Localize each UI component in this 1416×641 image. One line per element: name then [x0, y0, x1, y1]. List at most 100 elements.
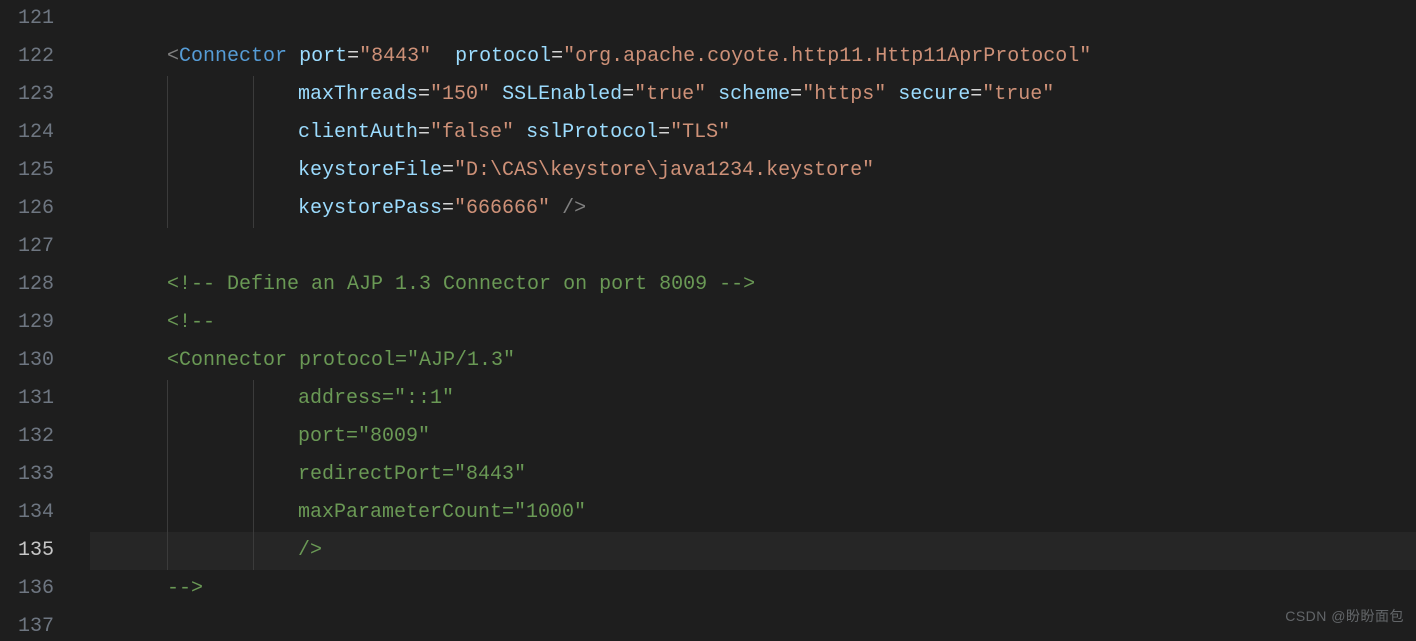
token-str: "150" — [430, 83, 490, 106]
line-number[interactable]: 132 — [0, 418, 68, 456]
indent-guide — [167, 152, 168, 190]
token-str: "true" — [634, 83, 706, 106]
token-eq — [287, 45, 299, 68]
token-eq — [490, 83, 502, 106]
token-eq: = — [442, 197, 454, 220]
token-str: "TLS" — [670, 121, 730, 144]
token-eq: = — [347, 45, 359, 68]
token-eq — [514, 121, 526, 144]
line-number[interactable]: 135 — [0, 532, 68, 570]
line-number[interactable]: 127 — [0, 228, 68, 266]
code-line[interactable]: address="::1" — [108, 380, 1416, 418]
token-str: "org.apache.coyote.http11.Http11AprProto… — [563, 45, 1091, 68]
token-str: "666666" — [454, 197, 550, 220]
indent-guide — [167, 114, 168, 152]
code-area[interactable]: <Connector port="8443" protocol="org.apa… — [108, 0, 1416, 641]
code-line[interactable] — [108, 608, 1416, 641]
token-cmt: <!-- — [167, 311, 227, 334]
code-line[interactable]: redirectPort="8443" — [108, 456, 1416, 494]
token-cmt: maxParameterCount="1000" — [298, 501, 586, 524]
indent-guide — [167, 190, 168, 228]
line-number-gutter[interactable]: 1211221231241251261271281291301311321331… — [0, 0, 68, 641]
line-number[interactable]: 126 — [0, 190, 68, 228]
token-cmt: address="::1" — [298, 387, 454, 410]
line-number[interactable]: 130 — [0, 342, 68, 380]
line-number[interactable]: 134 — [0, 494, 68, 532]
indent-guide — [253, 418, 254, 456]
token-eq — [706, 83, 718, 106]
token-attr: sslProtocol — [526, 121, 658, 144]
line-number[interactable]: 125 — [0, 152, 68, 190]
token-str: "true" — [982, 83, 1054, 106]
indent-guide — [253, 494, 254, 532]
token-attr: keystorePass — [298, 197, 442, 220]
token-cmt: <Connector protocol="AJP/1.3" — [167, 349, 515, 372]
token-cmt: redirectPort="8443" — [298, 463, 526, 486]
token-attr: protocol — [455, 45, 551, 68]
token-attr: clientAuth — [298, 121, 418, 144]
token-eq: = — [551, 45, 563, 68]
line-number[interactable]: 137 — [0, 608, 68, 641]
token-p: /> — [562, 197, 586, 220]
indent-guide — [253, 380, 254, 418]
line-number[interactable]: 131 — [0, 380, 68, 418]
token-eq — [886, 83, 898, 106]
code-line[interactable]: port="8009" — [108, 418, 1416, 456]
token-cmt: --> — [167, 577, 203, 600]
token-eq: = — [418, 121, 430, 144]
code-line[interactable]: <Connector protocol="AJP/1.3" — [108, 342, 1416, 380]
indent-guide — [253, 190, 254, 228]
line-number[interactable]: 128 — [0, 266, 68, 304]
indent-guide — [253, 152, 254, 190]
token-str: "https" — [802, 83, 886, 106]
watermark-label: CSDN @盼盼面包 — [1285, 597, 1404, 635]
line-number[interactable]: 124 — [0, 114, 68, 152]
code-line[interactable]: --> — [108, 570, 1416, 608]
code-line[interactable]: maxThreads="150" SSLEnabled="true" schem… — [108, 76, 1416, 114]
code-line[interactable]: <Connector port="8443" protocol="org.apa… — [108, 38, 1416, 76]
line-number[interactable]: 133 — [0, 456, 68, 494]
token-eq: = — [970, 83, 982, 106]
line-number[interactable]: 121 — [0, 0, 68, 38]
indent-guide — [167, 380, 168, 418]
code-line[interactable]: <!-- — [108, 304, 1416, 342]
indent-guide — [167, 418, 168, 456]
token-str: "8443" — [359, 45, 431, 68]
token-eq: = — [790, 83, 802, 106]
line-number[interactable]: 123 — [0, 76, 68, 114]
token-attr: port — [299, 45, 347, 68]
token-attr: SSLEnabled — [502, 83, 622, 106]
code-line[interactable] — [108, 228, 1416, 266]
code-editor[interactable]: 1211221231241251261271281291301311321331… — [0, 0, 1416, 641]
token-attr: keystoreFile — [298, 159, 442, 182]
token-attr: secure — [898, 83, 970, 106]
indent-guide — [167, 456, 168, 494]
token-str: "D:\CAS\keystore\java1234.keystore" — [454, 159, 874, 182]
token-eq: = — [658, 121, 670, 144]
line-number[interactable]: 122 — [0, 38, 68, 76]
line-number[interactable]: 129 — [0, 304, 68, 342]
line-number[interactable]: 136 — [0, 570, 68, 608]
token-attr: maxThreads — [298, 83, 418, 106]
token-eq — [550, 197, 562, 220]
code-line[interactable]: maxParameterCount="1000" — [108, 494, 1416, 532]
token-attr: scheme — [718, 83, 790, 106]
token-p: < — [167, 45, 179, 68]
token-cmt: /> — [298, 539, 322, 562]
indent-guide — [167, 494, 168, 532]
token-str: "false" — [430, 121, 514, 144]
code-line[interactable]: keystoreFile="D:\CAS\keystore\java1234.k… — [108, 152, 1416, 190]
indent-guide — [253, 114, 254, 152]
indent-guide — [167, 76, 168, 114]
code-line[interactable]: clientAuth="false" sslProtocol="TLS" — [108, 114, 1416, 152]
code-line[interactable]: keystorePass="666666" /> — [108, 190, 1416, 228]
token-eq: = — [418, 83, 430, 106]
fold-column[interactable] — [68, 0, 90, 641]
token-eq — [431, 45, 455, 68]
code-line[interactable]: <!-- Define an AJP 1.3 Connector on port… — [108, 266, 1416, 304]
indent-guide — [253, 532, 254, 570]
indent-guides-layer — [90, 0, 108, 641]
token-cmt: port="8009" — [298, 425, 430, 448]
code-line[interactable]: /> — [108, 532, 1416, 570]
code-line[interactable] — [108, 0, 1416, 38]
